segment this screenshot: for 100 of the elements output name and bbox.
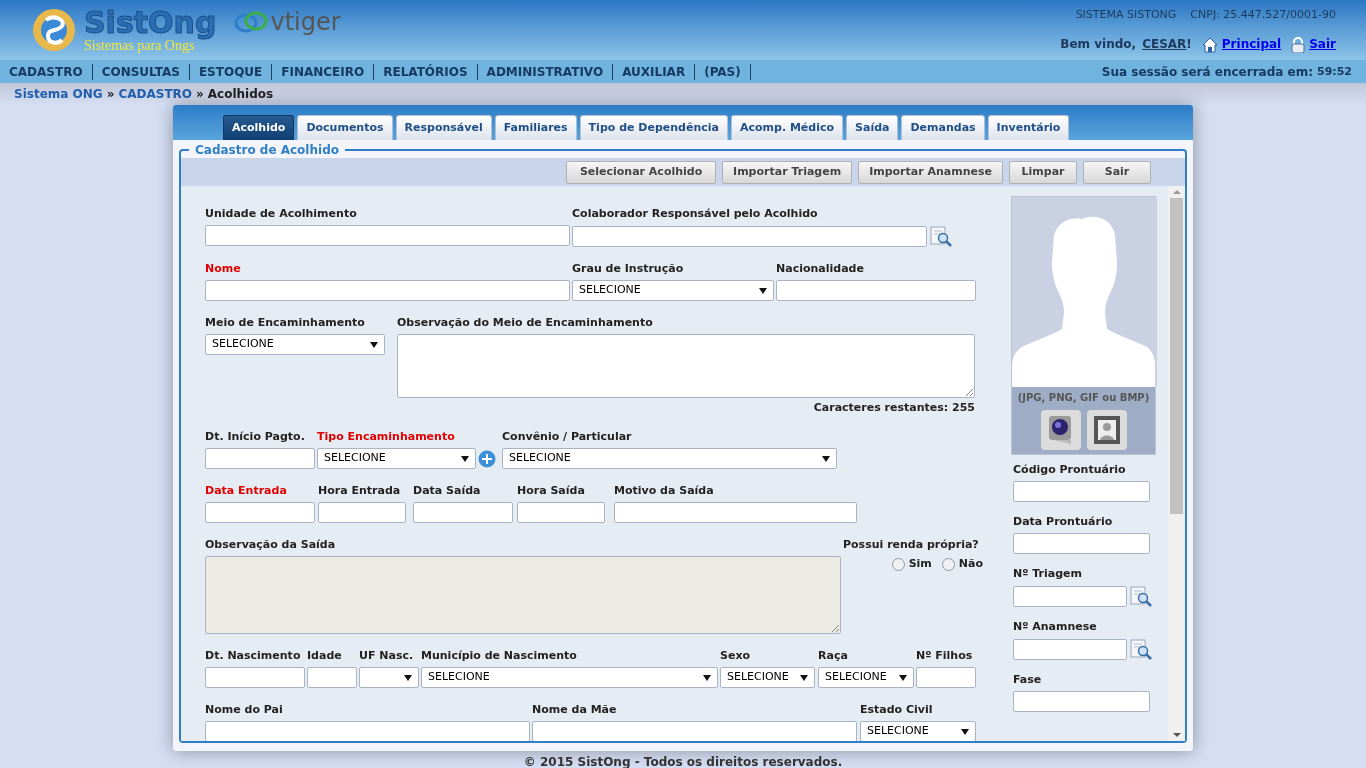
- header-link[interactable]: Principal: [1201, 35, 1282, 53]
- select-value: SELECIONE: [579, 282, 641, 299]
- breadcrumb-link[interactable]: Sistema ONG: [14, 85, 103, 103]
- fieldset-legend: Cadastro de Acolhido: [189, 143, 345, 157]
- select-field[interactable]: SELECIONE: [572, 280, 774, 301]
- select-field[interactable]: SELECIONE: [205, 334, 385, 355]
- select-field[interactable]: SELECIONE: [421, 667, 718, 688]
- select-field[interactable]: SELECIONE: [502, 448, 837, 469]
- field-label: Nome: [205, 262, 242, 276]
- toolbar-button[interactable]: Limpar: [1009, 160, 1077, 184]
- text-field[interactable]: [916, 667, 976, 688]
- add-icon[interactable]: [478, 449, 496, 468]
- text-field[interactable]: [205, 502, 315, 523]
- field-label: Nome do Pai: [205, 703, 284, 717]
- text-field[interactable]: [1013, 481, 1150, 502]
- text-field[interactable]: [572, 225, 927, 247]
- menu-item[interactable]: FINANCEIRO: [272, 63, 375, 80]
- menu-item[interactable]: AUXILIAR: [613, 63, 696, 80]
- text-field[interactable]: [1013, 533, 1150, 554]
- caret-icon: [899, 674, 907, 681]
- text-field[interactable]: [1013, 638, 1127, 660]
- menu-item[interactable]: CONSULTAS: [92, 63, 190, 80]
- tab[interactable]: Responsável: [395, 115, 492, 140]
- menu-item[interactable]: ADMINISTRATIVO: [477, 63, 614, 80]
- text-field[interactable]: [205, 667, 305, 688]
- field-label: Data Entrada: [205, 484, 288, 498]
- cloud-icon: [234, 11, 269, 33]
- select-field[interactable]: [359, 667, 419, 688]
- field-label: Convênio / Particular: [502, 430, 633, 444]
- text-field[interactable]: [413, 502, 513, 523]
- field-label: Nº Filhos: [916, 649, 974, 663]
- caret-icon: [404, 674, 412, 681]
- toolbar-button[interactable]: Importar Anamnese: [858, 160, 1003, 184]
- header-link[interactable]: Sair: [1291, 35, 1336, 53]
- text-field[interactable]: [205, 280, 570, 301]
- tab[interactable]: Saída: [846, 115, 899, 140]
- text-field[interactable]: [307, 667, 357, 688]
- select-value: SELECIONE: [509, 450, 571, 467]
- menu-item[interactable]: CADASTRO: [0, 63, 93, 80]
- footer-text: © 2015 SistOng - Todos os direitos reservados.: [523, 754, 843, 768]
- text-field[interactable]: [205, 225, 570, 246]
- search-icon[interactable]: [1130, 585, 1152, 607]
- menu-item[interactable]: (PAS): [695, 63, 751, 80]
- text-field[interactable]: [205, 448, 315, 469]
- cnpj-text: CNPJ: 25.447.527/0001-90: [1190, 7, 1336, 23]
- text-field[interactable]: [205, 721, 530, 741]
- field-label: Colaborador Responsável pelo Acolhido: [572, 207, 819, 221]
- tab[interactable]: Documentos: [297, 115, 393, 140]
- radio-option[interactable]: Não: [941, 556, 983, 573]
- text-field[interactable]: [318, 502, 406, 523]
- breadcrumb-current: Acolhidos: [207, 86, 274, 103]
- field-label: Fase: [1013, 673, 1043, 687]
- caret-icon: [703, 674, 711, 681]
- text-field[interactable]: [614, 502, 857, 523]
- tab[interactable]: Demandas: [901, 115, 985, 140]
- character-counter: Caracteres restantes: 255: [813, 401, 975, 415]
- field-label: Observação da Saída: [205, 538, 337, 552]
- field-label: Possui renda própria?: [843, 538, 980, 552]
- text-field[interactable]: [517, 502, 605, 523]
- caret-icon: [759, 287, 767, 294]
- camera-button[interactable]: [1040, 410, 1081, 450]
- tab[interactable]: Inventário: [987, 115, 1070, 140]
- session-timer: 59:52: [1317, 63, 1352, 80]
- select-field[interactable]: SELECIONE: [317, 448, 476, 469]
- resize-grip-icon[interactable]: [965, 388, 973, 396]
- field-label: Raça: [818, 649, 849, 663]
- breadcrumb-separator: »: [106, 86, 115, 103]
- tab[interactable]: Familiares: [494, 115, 577, 140]
- photo-upload-button[interactable]: [1086, 410, 1127, 450]
- tab[interactable]: Acomp. Médico: [730, 115, 844, 140]
- tab[interactable]: Tipo de Dependência: [579, 115, 728, 140]
- text-field[interactable]: [1013, 691, 1150, 712]
- radio-option[interactable]: Sim: [891, 556, 932, 573]
- select-field[interactable]: SELECIONE: [860, 721, 976, 741]
- search-icon[interactable]: [930, 225, 952, 247]
- menu-item[interactable]: ESTOQUE: [189, 63, 273, 80]
- select-field[interactable]: SELECIONE: [720, 667, 815, 688]
- text-field[interactable]: [1013, 585, 1127, 607]
- select-value: SELECIONE: [727, 669, 789, 686]
- toolbar-button[interactable]: Sair: [1083, 160, 1151, 184]
- caret-icon: [822, 455, 830, 462]
- select-value: SELECIONE: [428, 669, 490, 686]
- field-label: Dt. Início Pagto.: [205, 430, 306, 444]
- field-label: Grau de Instrução: [572, 262, 685, 276]
- search-icon[interactable]: [1130, 638, 1152, 660]
- scrollbar[interactable]: [1168, 186, 1185, 741]
- user-link[interactable]: CESAR: [1142, 35, 1187, 53]
- select-value: SELECIONE: [825, 669, 887, 686]
- field-label: Hora Saída: [517, 484, 586, 498]
- toolbar-button[interactable]: Selecionar Acolhido: [566, 160, 717, 184]
- text-field[interactable]: [532, 721, 857, 741]
- partner-logo-text: vtiger: [270, 7, 341, 38]
- breadcrumb-link[interactable]: CADASTRO: [118, 85, 193, 103]
- text-area[interactable]: [397, 334, 975, 398]
- menu-item[interactable]: RELATÓRIOS: [374, 63, 478, 80]
- tab[interactable]: Acolhido: [223, 115, 295, 140]
- select-field[interactable]: SELECIONE: [818, 667, 914, 688]
- toolbar-button[interactable]: Importar Triagem: [722, 160, 853, 184]
- field-label: Observação do Meio de Encaminhamento: [397, 316, 654, 330]
- text-field[interactable]: [776, 280, 976, 301]
